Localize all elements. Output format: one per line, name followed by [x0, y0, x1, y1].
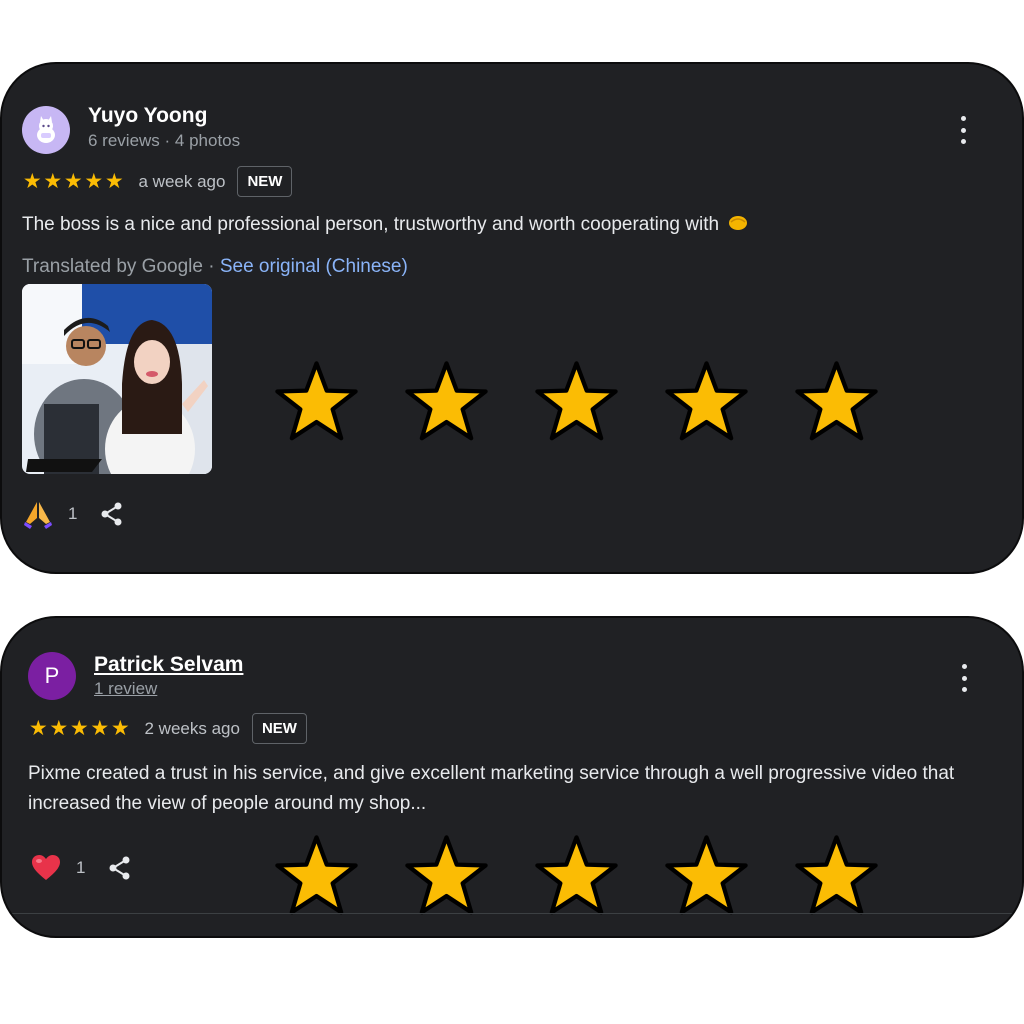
translation-note: Translated by Google · See original (Chi… [22, 256, 408, 278]
star-icon [664, 360, 749, 445]
star-icon: ★ [28, 717, 48, 740]
star-icon: ★ [90, 717, 110, 740]
star-icon [534, 834, 619, 919]
star-icon [664, 834, 749, 919]
star-icon [794, 360, 879, 445]
photo-image [22, 284, 212, 474]
review-actions: 1 [22, 498, 125, 530]
review-time: 2 weeks ago [144, 718, 240, 738]
author-name[interactable]: Yuyo Yoong [88, 104, 207, 128]
overlay-star-rating [274, 834, 879, 919]
review-time: a week ago [138, 171, 226, 191]
star-icon [404, 834, 489, 919]
avatar-letter: P [44, 663, 60, 688]
author-meta[interactable]: 1 review [94, 679, 157, 699]
divider [2, 913, 1022, 914]
share-icon[interactable] [107, 855, 133, 881]
avatar[interactable] [22, 106, 70, 154]
reaction-count: 1 [76, 858, 86, 877]
star-icon: ★ [104, 170, 124, 193]
rating-row: ★ ★ ★ ★ ★ 2 weeks ago NEW [28, 713, 307, 744]
avatar[interactable]: P [28, 652, 76, 700]
star-icon [534, 360, 619, 445]
folded-hands-icon[interactable] [22, 498, 54, 530]
reaction-count: 1 [68, 504, 78, 523]
handshake-icon [729, 216, 748, 230]
more-options-icon[interactable] [958, 116, 968, 144]
star-icon: ★ [110, 717, 130, 740]
translated-label: Translated by Google · [22, 256, 220, 277]
new-badge: NEW [237, 166, 293, 197]
review-card-2: P Patrick Selvam 1 review ★ ★ ★ ★ ★ 2 we… [0, 616, 1024, 938]
star-icon: ★ [84, 170, 104, 193]
overlay-star-rating [274, 360, 879, 445]
more-options-icon[interactable] [959, 664, 969, 692]
star-rating: ★ ★ ★ ★ ★ [28, 718, 131, 739]
author-name[interactable]: Patrick Selvam [94, 653, 243, 677]
star-icon: ★ [69, 717, 89, 740]
star-icon: ★ [43, 170, 63, 193]
review-photo[interactable] [22, 284, 212, 474]
rating-row: ★ ★ ★ ★ ★ a week ago NEW [22, 166, 293, 197]
share-icon[interactable] [99, 501, 125, 527]
new-badge: NEW [251, 713, 307, 744]
cat-illustration-icon [37, 116, 55, 143]
star-icon [274, 360, 359, 445]
star-icon: ★ [63, 170, 83, 193]
star-icon: ★ [49, 717, 69, 740]
author-meta[interactable]: 6 reviews · 4 photos [88, 131, 240, 151]
review-card-1: Yuyo Yoong 6 reviews · 4 photos ★ ★ ★ ★ … [0, 62, 1024, 574]
star-icon: ★ [22, 170, 42, 193]
star-icon [274, 834, 359, 919]
heart-icon[interactable] [30, 852, 62, 884]
see-original-link[interactable]: See original (Chinese) [220, 256, 408, 277]
star-icon [404, 360, 489, 445]
review-text-content: The boss is a nice and professional pers… [22, 214, 720, 235]
review-actions: 1 [30, 852, 133, 884]
star-rating: ★ ★ ★ ★ ★ [22, 171, 125, 192]
review-text: Pixme created a trust in his service, an… [28, 763, 955, 814]
star-icon [794, 834, 879, 919]
review-text: The boss is a nice and professional pers… [22, 210, 982, 240]
